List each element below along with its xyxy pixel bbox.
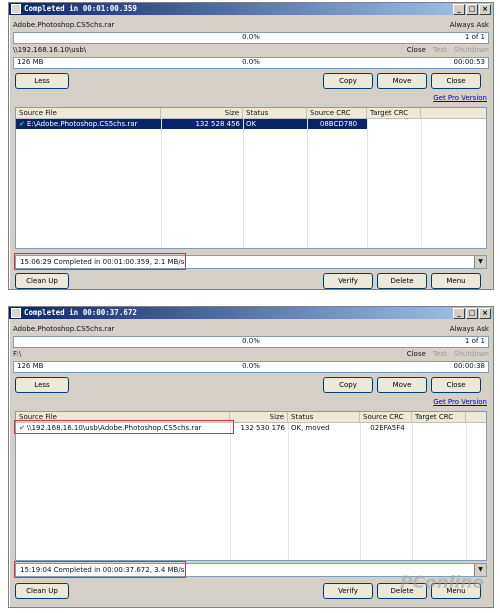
highlight-box	[14, 420, 234, 434]
file-name: Adobe.Photoshop.CS5chs.rar	[13, 21, 115, 29]
file-name-row: Adobe.Photoshop.CS5chs.rar Always Ask	[13, 324, 489, 334]
title-bar[interactable]: Completed in 00:00:37.672 _ □ ×	[9, 307, 493, 319]
close-window-button[interactable]: ×	[479, 308, 491, 319]
shutdown-link[interactable]: Shutdown	[454, 350, 489, 358]
shutdown-link[interactable]: Shutdown	[454, 46, 489, 54]
cell-target-crc	[412, 423, 466, 433]
time-remaining: 00:00:38	[453, 362, 485, 370]
cell-source: ✔ E:\Adobe.Photoshop.CS5chs.rar	[16, 119, 161, 129]
col-status[interactable]: Status	[243, 108, 307, 118]
close-button[interactable]: Close	[431, 73, 481, 89]
cell-size: 132 528 456	[161, 119, 243, 129]
less-button[interactable]: Less	[15, 377, 69, 393]
move-button[interactable]: Move	[377, 73, 427, 89]
maximize-button[interactable]: □	[466, 308, 478, 319]
menu-button[interactable]: Menu	[431, 273, 481, 289]
get-pro-link[interactable]: Get Pro Version	[433, 94, 487, 102]
file-progress-percent: 0.0%	[242, 33, 260, 41]
cleanup-button[interactable]: Clean Up	[15, 583, 69, 599]
copy-button[interactable]: Copy	[323, 377, 373, 393]
copy-window-1: Completed in 00:01:00.359 _ □ × Adobe.Ph…	[8, 2, 494, 290]
maximize-button[interactable]: □	[466, 4, 478, 15]
file-progress-bar: 0.0% 1 of 1	[13, 32, 489, 44]
destination-row: F:\ Close Test Shutdown	[13, 349, 489, 359]
file-name-row: Adobe.Photoshop.CS5chs.rar Always Ask	[13, 20, 489, 30]
file-progress-percent: 0.0%	[242, 337, 260, 345]
highlight-box	[14, 561, 186, 578]
cell-status: OK, moved	[291, 424, 330, 432]
title-bar[interactable]: Completed in 00:01:00.359 _ □ ×	[9, 3, 493, 15]
col-size[interactable]: Size	[230, 412, 288, 422]
file-table: Source File Size Status Source CRC Targe…	[15, 107, 487, 249]
col-source-file[interactable]: Source File	[16, 108, 161, 118]
time-remaining: 00:00:53	[453, 58, 485, 66]
file-counter: 1 of 1	[464, 337, 485, 345]
close-button[interactable]: Close	[431, 377, 481, 393]
minimize-button[interactable]: _	[453, 4, 465, 15]
col-status[interactable]: Status	[288, 412, 360, 422]
close-when-done-link[interactable]: Close	[407, 350, 426, 358]
total-progress-percent: 0.0%	[242, 58, 260, 66]
cleanup-button[interactable]: Clean Up	[15, 273, 69, 289]
highlight-box	[14, 253, 186, 270]
col-size[interactable]: Size	[161, 108, 243, 118]
table-header: Source File Size Status Source CRC Targe…	[16, 108, 486, 119]
cell-source-crc: 08BCD780	[307, 119, 367, 129]
delete-button[interactable]: Delete	[377, 273, 427, 289]
file-progress-bar: 0.0% 1 of 1	[13, 336, 489, 348]
col-source-crc[interactable]: Source CRC	[360, 412, 412, 422]
always-ask-link[interactable]: Always Ask	[450, 20, 489, 30]
verify-button[interactable]: Verify	[323, 273, 373, 289]
app-icon	[11, 4, 21, 14]
cell-target-crc	[367, 119, 421, 129]
always-ask-link[interactable]: Always Ask	[450, 324, 489, 334]
get-pro-link[interactable]: Get Pro Version	[433, 398, 487, 406]
file-counter: 1 of 1	[464, 33, 485, 41]
test-link[interactable]: Test	[433, 46, 447, 54]
dropdown-arrow-icon[interactable]: ▼	[474, 256, 486, 268]
cell-source-crc: 02EFA5F4	[370, 424, 405, 432]
total-progress-bar: 126 MB 0.0% 00:00:53	[13, 57, 489, 69]
copy-button[interactable]: Copy	[323, 73, 373, 89]
col-source-crc[interactable]: Source CRC	[307, 108, 367, 118]
table-row[interactable]: ✔ E:\Adobe.Photoshop.CS5chs.rar 132 528 4…	[16, 119, 486, 129]
copy-window-2: Completed in 00:00:37.672 _ □ × Adobe.Ph…	[8, 306, 494, 608]
minimize-button[interactable]: _	[453, 308, 465, 319]
window-title: Completed in 00:00:37.672	[24, 308, 137, 317]
cell-size: 132 530 176	[240, 424, 285, 432]
col-target-crc[interactable]: Target CRC	[367, 108, 421, 118]
close-when-done-link[interactable]: Close	[407, 46, 426, 54]
cell-status: OK	[243, 119, 307, 129]
less-button[interactable]: Less	[15, 73, 69, 89]
check-icon: ✔	[19, 120, 25, 128]
col-target-crc[interactable]: Target CRC	[412, 412, 466, 422]
app-icon	[11, 308, 21, 318]
destination-row: \\192.168.16.10\usb\ Close Test Shutdown	[13, 45, 489, 55]
file-name: Adobe.Photoshop.CS5chs.rar	[13, 325, 115, 333]
window-title: Completed in 00:01:00.359	[24, 4, 137, 13]
move-button[interactable]: Move	[377, 377, 427, 393]
destination-path: F:\	[13, 350, 22, 358]
total-progress-percent: 0.0%	[242, 362, 260, 370]
total-progress-bar: 126 MB 0.0% 00:00:38	[13, 361, 489, 373]
watermark-logo: PConline	[399, 573, 484, 593]
verify-button[interactable]: Verify	[323, 583, 373, 599]
destination-path: \\192.168.16.10\usb\	[13, 46, 87, 54]
test-link[interactable]: Test	[433, 350, 447, 358]
close-window-button[interactable]: ×	[479, 4, 491, 15]
